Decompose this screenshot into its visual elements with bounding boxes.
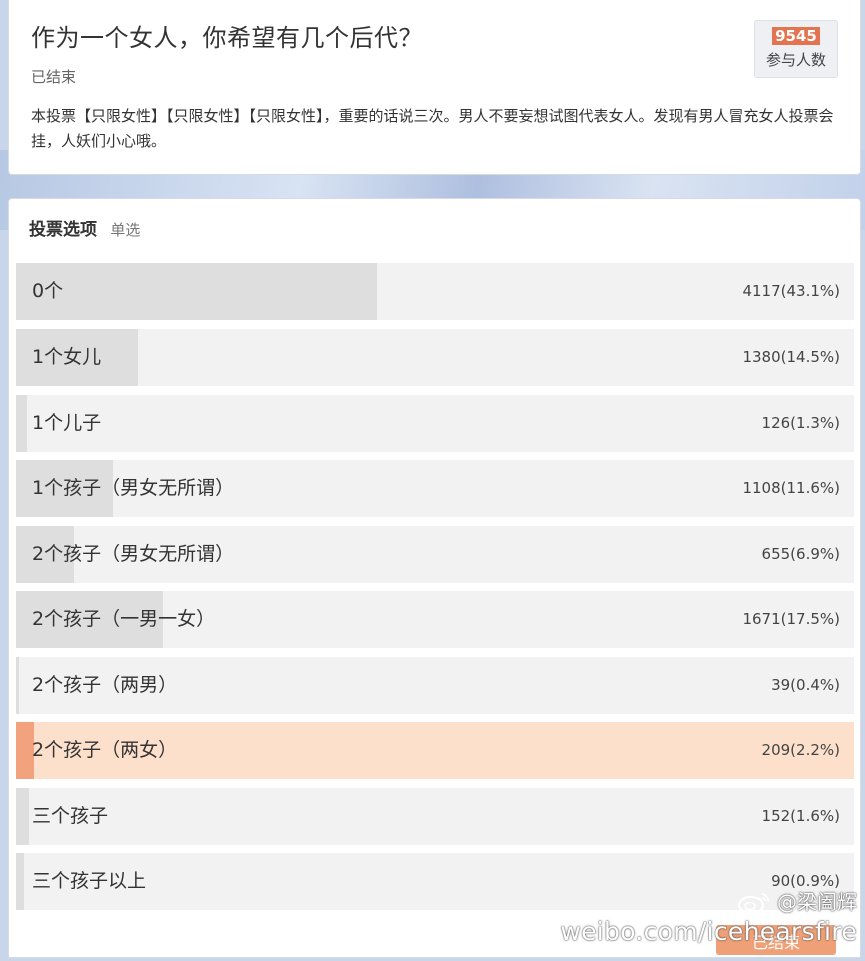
poll-description: 本投票【只限女性】【只限女性】【只限女性】，重要的话说三次。男人不要妄想试图代表…	[31, 107, 834, 150]
option-vote-count: 655(6.9%)	[761, 545, 840, 563]
poll-title: 作为一个女人，你希望有几个后代？	[31, 24, 423, 52]
option-label: 三个孩子	[32, 805, 109, 827]
participant-count-label: 参与人数	[765, 51, 826, 69]
option-label: 2个孩子（男女无所谓）	[32, 543, 235, 565]
poll-option[interactable]: 三个孩子 152(1.6%)	[16, 788, 854, 845]
option-label: 1个女儿	[32, 346, 102, 368]
poll-ended-button[interactable]: 已结束	[716, 925, 836, 955]
option-vote-count: 39(0.4%)	[771, 676, 840, 694]
option-result-bar	[16, 788, 30, 845]
options-header: 投票选项 单选	[29, 215, 140, 240]
option-vote-count: 152(1.6%)	[761, 807, 840, 825]
option-result-bar	[16, 657, 20, 714]
option-label: 2个孩子（两女）	[32, 739, 178, 761]
option-label: 0个	[32, 280, 64, 302]
option-vote-count: 1108(11.6%)	[742, 479, 840, 497]
option-vote-count: 90(0.9%)	[771, 872, 840, 890]
poll-option[interactable]: 1个儿子 126(1.3%)	[16, 395, 854, 452]
poll-option[interactable]: 1个女儿 1380(14.5%)	[16, 329, 854, 386]
option-label: 2个孩子（两男）	[32, 674, 178, 696]
option-vote-count: 4117(43.1%)	[742, 282, 840, 300]
poll-option[interactable]: 2个孩子（男女无所谓） 655(6.9%)	[16, 526, 854, 583]
poll-options-card: 投票选项 单选 0个 4117(43.1%) 1个女儿 1380(14.5%) …	[8, 198, 861, 958]
option-label: 1个儿子	[32, 412, 102, 434]
option-label: 2个孩子（一男一女）	[32, 608, 216, 630]
poll-option[interactable]: 三个孩子以上 90(0.9%)	[16, 853, 854, 910]
options-header-title: 投票选项	[29, 220, 97, 240]
option-vote-count: 209(2.2%)	[761, 741, 840, 759]
poll-option[interactable]: 2个孩子（两男） 39(0.4%)	[16, 657, 854, 714]
poll-status: 已结束	[31, 68, 77, 86]
options-header-type: 单选	[110, 221, 141, 239]
poll-option[interactable]: 0个 4117(43.1%)	[16, 263, 854, 320]
option-result-bar	[16, 853, 24, 910]
participant-count-box: 9545 参与人数	[754, 20, 838, 78]
option-vote-count: 126(1.3%)	[761, 414, 840, 432]
option-label: 1个孩子（男女无所谓）	[32, 477, 235, 499]
option-result-bar	[16, 395, 27, 452]
option-vote-count: 1671(17.5%)	[742, 610, 840, 628]
poll-option[interactable]: 1个孩子（男女无所谓） 1108(11.6%)	[16, 460, 854, 517]
option-result-bar	[16, 263, 378, 320]
poll-header-card: 作为一个女人，你希望有几个后代？ 已结束 本投票【只限女性】【只限女性】【只限女…	[8, 0, 861, 175]
option-vote-count: 1380(14.5%)	[742, 348, 840, 366]
poll-option[interactable]: 2个孩子（两女） 209(2.2%)	[16, 722, 854, 779]
poll-option[interactable]: 2个孩子（一男一女） 1671(17.5%)	[16, 591, 854, 648]
participant-count: 9545	[772, 27, 820, 45]
option-label: 三个孩子以上	[32, 870, 147, 892]
